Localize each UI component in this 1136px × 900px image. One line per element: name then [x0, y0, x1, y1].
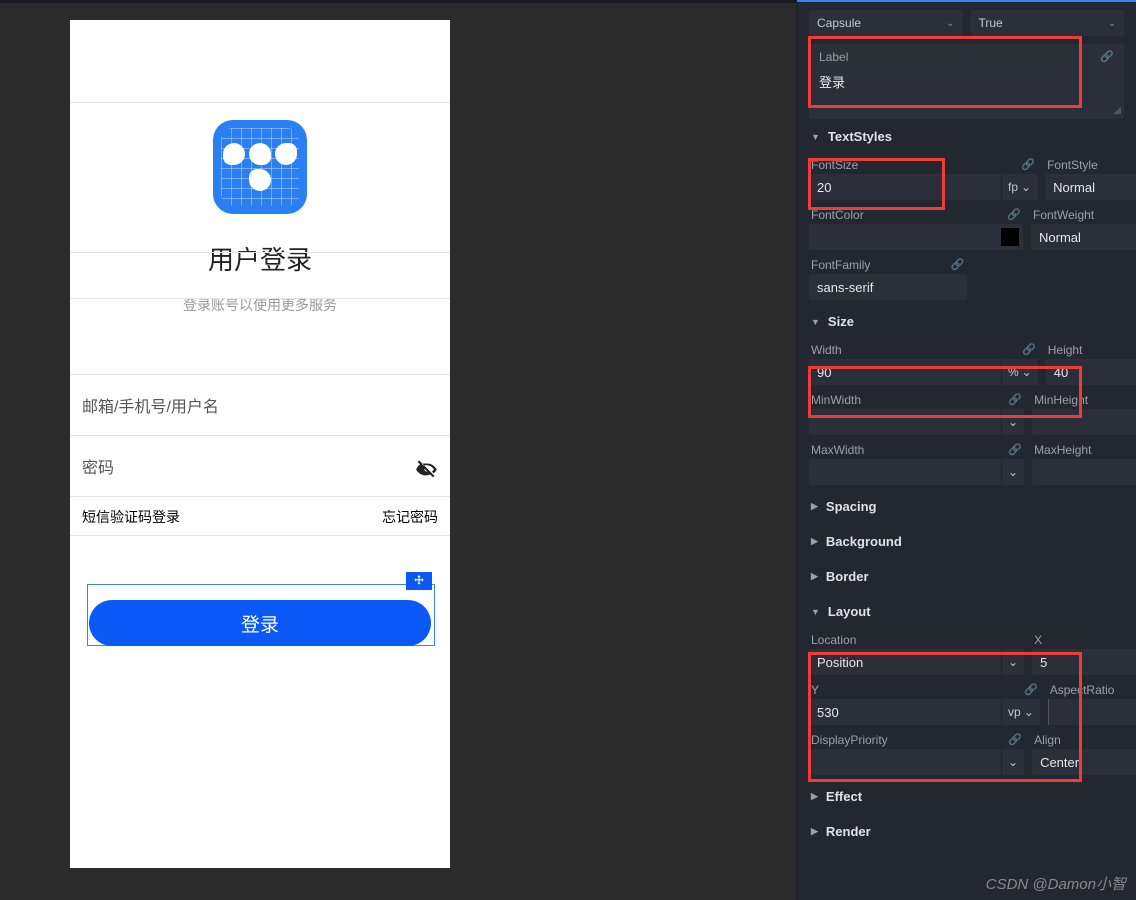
section-spacing[interactable]: ▶Spacing	[797, 489, 1136, 524]
move-handle-icon[interactable]	[406, 572, 432, 590]
chevron-down-icon: ⌄	[1108, 18, 1116, 29]
divider	[70, 252, 450, 253]
divider	[70, 298, 450, 299]
section-layout[interactable]: ▼Layout	[797, 594, 1136, 629]
section-textstyles[interactable]: ▼ TextStyles	[797, 119, 1136, 154]
fontcolor-input[interactable]	[809, 224, 1023, 250]
type-select[interactable]: Capsule⌄	[809, 10, 963, 36]
maxwidth-input[interactable]: ⌄	[809, 459, 1024, 485]
link-icon[interactable]: 🔗	[1021, 158, 1035, 172]
section-effect[interactable]: ▶Effect	[797, 779, 1136, 814]
color-swatch[interactable]	[1001, 228, 1019, 246]
unit-select[interactable]: %⌄	[1001, 359, 1038, 385]
fontstyle-select[interactable]: ⌄	[1045, 174, 1136, 200]
y-input[interactable]: vp⌄	[809, 699, 1040, 725]
height-input[interactable]: vp⌄	[1046, 359, 1136, 385]
login-title: 用户登录	[208, 240, 312, 277]
link-icon[interactable]: 🔗	[1008, 733, 1022, 747]
fontsize-input[interactable]: fp⌄	[809, 174, 1037, 200]
login-button[interactable]: 登录	[89, 600, 431, 646]
visibility-off-icon[interactable]	[414, 457, 438, 475]
width-input[interactable]: %⌄	[809, 359, 1038, 385]
link-icon[interactable]: 🔗	[1008, 393, 1022, 407]
sms-login-link[interactable]: 短信验证码登录	[82, 507, 180, 527]
section-background[interactable]: ▶Background	[797, 524, 1136, 559]
link-icon[interactable]: 🔗	[1007, 208, 1021, 222]
canvas-area: 用户登录 登录账号以使用更多服务 邮箱/手机号/用户名 密码 短信验证码登录 忘…	[0, 0, 796, 900]
minwidth-input[interactable]: ⌄	[809, 409, 1024, 435]
inspector-panel: Capsule⌄ True⌄ Label🔗 登录 ◢ ▼ TextStyles …	[796, 0, 1136, 900]
chevron-right-icon: ▶	[811, 571, 818, 582]
forgot-password-link[interactable]: 忘记密码	[382, 507, 438, 527]
watermark: CSDN @Damon小智	[986, 873, 1126, 894]
displaypriority-input[interactable]: ⌄	[809, 749, 1024, 775]
chevron-right-icon: ▶	[811, 536, 818, 547]
minheight-input[interactable]: ⌄	[1032, 409, 1136, 435]
aspectratio-input[interactable]: ▲▼	[1048, 699, 1136, 725]
link-icon[interactable]: 🔗	[951, 258, 965, 272]
location-select[interactable]: ⌄	[809, 649, 1024, 675]
fontfamily-input[interactable]	[809, 274, 967, 300]
email-input[interactable]: 邮箱/手机号/用户名	[70, 374, 450, 436]
x-input[interactable]: %⌄	[1032, 649, 1136, 675]
link-icon[interactable]: 🔗	[1022, 343, 1036, 357]
link-icon[interactable]: 🔗	[1100, 50, 1114, 64]
unit-select[interactable]: vp⌄	[1001, 699, 1040, 725]
section-render[interactable]: ▶Render	[797, 814, 1136, 849]
align-select[interactable]: ⌄	[1032, 749, 1136, 775]
fontweight-select[interactable]: ⌄	[1031, 224, 1136, 250]
divider	[70, 102, 450, 103]
chevron-down-icon: ▼	[811, 132, 820, 142]
chevron-right-icon: ▶	[811, 826, 818, 837]
chevron-right-icon: ▶	[811, 791, 818, 802]
chevron-down-icon: ▼	[811, 317, 820, 327]
maxheight-input[interactable]: ⌄	[1032, 459, 1136, 485]
link-icon[interactable]: 🔗	[1024, 683, 1038, 697]
section-size[interactable]: ▼ Size	[797, 304, 1136, 339]
phone-preview: 用户登录 登录账号以使用更多服务 邮箱/手机号/用户名 密码 短信验证码登录 忘…	[70, 20, 450, 868]
chevron-right-icon: ▶	[811, 501, 818, 512]
section-border[interactable]: ▶Border	[797, 559, 1136, 594]
chevron-down-icon: ⌄	[946, 18, 954, 29]
password-input[interactable]: 密码	[82, 454, 114, 478]
link-icon[interactable]: 🔗	[1008, 443, 1022, 457]
label-textarea[interactable]: Label🔗 登录 ◢	[809, 44, 1124, 119]
unit-select[interactable]: fp⌄	[1001, 174, 1037, 200]
chevron-down-icon: ▼	[811, 607, 820, 617]
app-logo-icon	[213, 120, 307, 214]
enabled-select[interactable]: True⌄	[971, 10, 1125, 36]
